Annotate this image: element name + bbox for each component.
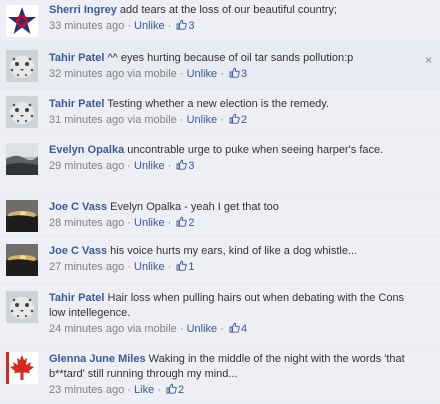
snow-leopard-icon bbox=[6, 50, 38, 82]
avatar[interactable] bbox=[6, 5, 38, 37]
like-link[interactable]: Like bbox=[134, 384, 154, 396]
meta-separator: · bbox=[127, 384, 131, 396]
comment-item: Joe C Vass his voice hurts my ears, kind… bbox=[0, 237, 440, 284]
thumbs-up-icon[interactable] bbox=[229, 113, 240, 124]
like-count[interactable]: 3 bbox=[188, 160, 194, 172]
like-count[interactable]: 4 bbox=[241, 323, 247, 335]
maple-leaf-icon bbox=[6, 352, 38, 384]
avatar[interactable] bbox=[6, 143, 38, 175]
like-count[interactable]: 3 bbox=[188, 20, 194, 32]
meta-separator: · bbox=[127, 160, 131, 172]
comment-timestamp[interactable]: 32 minutes ago bbox=[49, 68, 124, 80]
comment-item: Tahir Patel Testing whether a new electi… bbox=[0, 90, 440, 136]
meta-separator: · bbox=[220, 323, 224, 335]
unlike-link[interactable]: Unlike bbox=[187, 68, 218, 80]
comment-source: via mobile bbox=[127, 68, 177, 80]
meta-separator: · bbox=[127, 217, 131, 229]
comment-item: Tahir Patel Hair loss when pulling hairs… bbox=[0, 284, 440, 345]
comment-author[interactable]: Joe C Vass bbox=[49, 201, 107, 213]
meta-separator: · bbox=[179, 323, 184, 335]
meta-separator: · bbox=[179, 114, 184, 126]
comment-text: ^^ eyes hurting because of oil tar sands… bbox=[107, 52, 354, 64]
meta-separator: · bbox=[179, 68, 184, 80]
comment-timestamp[interactable]: 28 minutes ago bbox=[49, 217, 124, 229]
comment-author[interactable]: Glenna June Miles bbox=[49, 353, 146, 365]
comment-timestamp[interactable]: 27 minutes ago bbox=[49, 261, 124, 273]
thumbs-up-icon[interactable] bbox=[166, 383, 177, 394]
meta-separator: · bbox=[167, 217, 172, 229]
comment-timestamp[interactable]: 29 minutes ago bbox=[49, 160, 124, 172]
comment-author[interactable]: Evelyn Opalka bbox=[49, 144, 124, 156]
thumbs-up-icon[interactable] bbox=[176, 19, 188, 30]
comment-text: Testing whether a new election is the re… bbox=[107, 98, 330, 110]
comment-source: via mobile bbox=[127, 323, 177, 335]
comment-timestamp[interactable]: 23 minutes ago bbox=[49, 384, 124, 396]
comment-text: add tears at the loss of our beautiful c… bbox=[119, 4, 337, 16]
thumbs-up-icon[interactable] bbox=[176, 260, 188, 271]
comment-author[interactable]: Joe C Vass bbox=[49, 245, 107, 257]
like-count[interactable]: 2 bbox=[188, 217, 194, 229]
comment-item: Tahir Patel ^^ eyes hurting because of o… bbox=[0, 42, 440, 90]
unlike-link[interactable]: Unlike bbox=[187, 114, 218, 126]
comment-item: Sherri Ingrey add tears at the loss of o… bbox=[0, 0, 440, 42]
meta-separator: · bbox=[127, 261, 131, 273]
like-count[interactable]: 2 bbox=[241, 114, 247, 126]
meta-separator: · bbox=[127, 20, 131, 32]
comment-timestamp[interactable]: 33 minutes ago bbox=[49, 20, 124, 32]
like-count[interactable]: 1 bbox=[188, 261, 194, 273]
comment-text: Evelyn Opalka - yeah I get that too bbox=[110, 201, 279, 213]
comment-author[interactable]: Tahir Patel bbox=[49, 292, 104, 304]
meta-separator: · bbox=[220, 114, 224, 126]
comment-author[interactable]: Sherri Ingrey bbox=[49, 4, 117, 16]
avatar[interactable] bbox=[6, 244, 38, 276]
comment-text: his voice hurts my ears, kind of like a … bbox=[110, 245, 358, 257]
avatar[interactable] bbox=[6, 200, 38, 232]
comment-item: Glenna June Miles Waking in the middle o… bbox=[0, 345, 440, 404]
meta-separator: · bbox=[167, 20, 172, 32]
thumbs-up-icon[interactable] bbox=[229, 322, 240, 333]
meta-separator: · bbox=[220, 68, 224, 80]
comment-author[interactable]: Tahir Patel bbox=[49, 52, 104, 64]
landscape-photo-icon bbox=[6, 143, 38, 175]
close-icon[interactable]: × bbox=[425, 54, 432, 66]
unlike-link[interactable]: Unlike bbox=[134, 20, 165, 32]
comment-item: Joe C Vass Evelyn Opalka - yeah I get th… bbox=[0, 193, 440, 237]
comment-text: uncontrable urge to puke when seeing har… bbox=[127, 144, 384, 156]
avatar[interactable] bbox=[6, 352, 38, 384]
meta-separator: · bbox=[167, 261, 172, 273]
thumbs-up-icon[interactable] bbox=[176, 216, 188, 227]
comment-author[interactable]: Tahir Patel bbox=[49, 98, 104, 110]
avatar[interactable] bbox=[6, 96, 38, 128]
comment-feed: Sherri Ingrey add tears at the loss of o… bbox=[0, 0, 440, 404]
avatar[interactable] bbox=[6, 291, 38, 323]
meta-separator: · bbox=[157, 384, 161, 396]
unlike-link[interactable]: Unlike bbox=[187, 323, 218, 335]
like-count[interactable]: 2 bbox=[178, 384, 184, 396]
comment-timestamp[interactable]: 24 minutes ago bbox=[49, 323, 124, 335]
sunset-photo-icon bbox=[6, 244, 38, 276]
avatar[interactable] bbox=[6, 50, 38, 82]
unlike-link[interactable]: Unlike bbox=[134, 261, 165, 273]
meta-separator: · bbox=[167, 160, 172, 172]
comment-item: Evelyn Opalka uncontrable urge to puke w… bbox=[0, 136, 440, 193]
snow-leopard-icon bbox=[6, 96, 38, 128]
like-count[interactable]: 3 bbox=[241, 68, 247, 80]
star-logo-icon bbox=[6, 5, 38, 37]
comment-timestamp[interactable]: 31 minutes ago bbox=[49, 114, 124, 126]
snow-leopard-icon bbox=[6, 291, 38, 323]
thumbs-up-icon[interactable] bbox=[229, 67, 240, 78]
unlike-link[interactable]: Unlike bbox=[134, 160, 165, 172]
comment-source: via mobile bbox=[127, 114, 177, 126]
unlike-link[interactable]: Unlike bbox=[134, 217, 165, 229]
sunset-photo-icon bbox=[6, 200, 38, 232]
thumbs-up-icon[interactable] bbox=[176, 159, 188, 170]
